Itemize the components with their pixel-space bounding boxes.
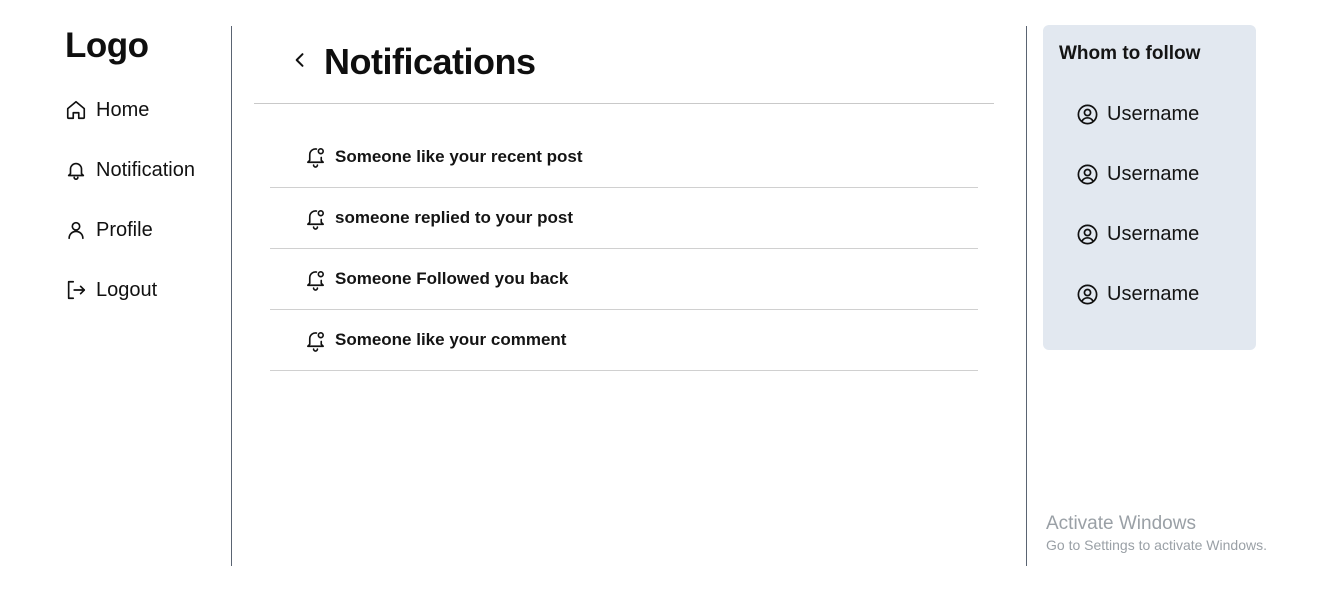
notification-text: Someone like your comment <box>335 330 567 349</box>
user-circle-icon <box>1076 103 1099 126</box>
sidebar-item-label: Notification <box>96 158 195 181</box>
user-icon <box>65 219 87 241</box>
username-label: Username <box>1107 222 1200 245</box>
username-label: Username <box>1107 102 1200 125</box>
user-circle-icon <box>1076 283 1099 306</box>
bell-icon <box>65 159 87 181</box>
sidebar-item-logout[interactable]: Logout <box>65 275 157 305</box>
sidebar-item-profile[interactable]: Profile <box>65 215 153 245</box>
sidebar-item-label: Logout <box>96 278 158 301</box>
home-icon <box>65 99 87 121</box>
page-header: Notifications <box>290 40 536 84</box>
right-divider <box>1026 26 1027 566</box>
username-label: Username <box>1107 282 1200 305</box>
notification-text: someone replied to your post <box>335 208 574 227</box>
username-label: Username <box>1107 162 1200 185</box>
watermark-subtitle: Go to Settings to activate Windows. <box>1046 537 1267 553</box>
logout-icon <box>65 279 87 301</box>
sidebar-item-notification[interactable]: Notification <box>65 155 195 185</box>
notification-item[interactable]: Someone Followed you back <box>270 249 978 310</box>
notification-item[interactable]: Someone like your recent post <box>270 126 978 188</box>
panel-title: Whom to follow <box>1059 43 1201 64</box>
watermark-title: Activate Windows <box>1046 513 1196 534</box>
bell-dot-icon <box>304 207 327 230</box>
follow-user-item[interactable]: Username <box>1076 279 1199 309</box>
bell-dot-icon <box>304 145 327 168</box>
logo[interactable]: Logo <box>65 26 149 66</box>
user-circle-icon <box>1076 163 1099 186</box>
main-content: Notifications Someone like your recent p… <box>232 0 1026 566</box>
follow-user-item[interactable]: Username <box>1076 159 1199 189</box>
back-button[interactable] <box>290 51 312 73</box>
sidebar-item-label: Home <box>96 98 150 121</box>
follow-user-item[interactable]: Username <box>1076 219 1199 249</box>
activate-windows-watermark: Activate Windows Go to Settings to activ… <box>1046 513 1267 555</box>
user-circle-icon <box>1076 223 1099 246</box>
notification-item[interactable]: Someone like your comment <box>270 310 978 371</box>
notification-list: Someone like your recent post someone re… <box>270 126 978 371</box>
page-title: Notifications <box>324 41 536 82</box>
page: Logo Home Notification Profile Logout No… <box>0 0 1321 590</box>
follow-user-item[interactable]: Username <box>1076 99 1199 129</box>
sidebar-item-home[interactable]: Home <box>65 95 149 125</box>
bell-dot-icon <box>304 268 327 291</box>
notification-item[interactable]: someone replied to your post <box>270 188 978 249</box>
sidebar: Logo Home Notification Profile Logout <box>0 0 231 566</box>
notification-text: Someone Followed you back <box>335 269 569 288</box>
chevron-left-icon <box>290 50 310 75</box>
notification-text: Someone like your recent post <box>335 146 583 166</box>
sidebar-item-label: Profile <box>96 218 153 241</box>
bell-dot-icon <box>304 329 327 352</box>
header-divider <box>254 103 994 104</box>
whom-to-follow-panel: Whom to follow Username Username Usernam… <box>1043 25 1256 350</box>
